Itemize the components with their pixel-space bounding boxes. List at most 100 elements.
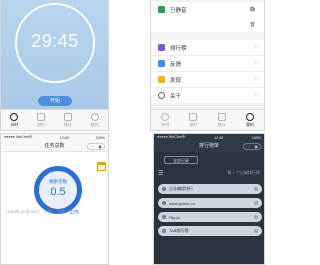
mute-value-2: 音 — [249, 22, 255, 28]
close-icon[interactable]: ◉ — [98, 144, 102, 149]
chevron-right-icon: › — [254, 44, 257, 51]
discover-icon — [158, 76, 165, 83]
tab-label: 计时 — [10, 121, 19, 127]
options-icon[interactable] — [254, 215, 258, 219]
start-button[interactable]: 开始 — [38, 96, 72, 106]
task-type: 工作 — [57, 209, 66, 214]
list-item-label: Flip.io — [169, 214, 180, 220]
settings-row-mute[interactable]: 已静音 静 — [151, 2, 264, 17]
stats-tab-icon — [217, 112, 226, 121]
bullet-icon — [162, 229, 166, 233]
tab-stats[interactable]: 统计 — [208, 110, 236, 130]
mini-program-capsule[interactable]: ··· ◉ — [243, 143, 261, 150]
settings-label: 反馈 — [170, 61, 182, 68]
tab-stats[interactable]: 统计 — [55, 110, 82, 130]
tab-timer[interactable]: 计时 — [151, 110, 179, 130]
profile-tab-icon — [90, 112, 99, 121]
status-bar: ●●●●● WeChat令 12:48 100% — [1, 134, 108, 141]
close-icon[interactable]: ◉ — [254, 144, 258, 149]
filter-button[interactable]: 全部记录 — [164, 156, 198, 164]
tab-label: 我的 — [90, 121, 99, 127]
bullet-icon — [162, 201, 166, 205]
options-icon[interactable] — [254, 187, 258, 191]
mute-label: 已静音 — [170, 7, 187, 14]
clock-text: 12:48 — [214, 135, 224, 140]
list-header: ☰ 第 1 个记录排行榜 — [154, 168, 264, 178]
timer-display: 29:45 — [31, 31, 79, 51]
list-item[interactable]: TAB排行榜 — [158, 226, 262, 236]
more-icon[interactable]: ··· — [90, 144, 94, 149]
timer-tab-icon — [10, 112, 19, 121]
tab-label: 排行 — [37, 121, 46, 127]
nav-bar: 任务总数 ··· ◉ — [1, 141, 108, 152]
tab-profile[interactable]: 我的 — [236, 110, 264, 130]
tab-label: 统计 — [217, 121, 226, 127]
settings-label: 关于 — [170, 93, 182, 100]
status-bar: ●●●●● WeChat令 12:48 100% — [154, 134, 264, 141]
list-item-label: TAB排行榜 — [169, 228, 189, 233]
tab-bar: 计时 排行 统计 我的 — [151, 109, 264, 130]
chevron-right-icon: › — [254, 60, 257, 67]
tab-ranking[interactable]: 排行 — [28, 110, 55, 130]
work-link[interactable]: 工作 — [69, 209, 79, 216]
task-mode: 计数 — [44, 209, 53, 214]
settings-row-ranking[interactable]: 排行榜 › — [151, 40, 264, 55]
options-icon[interactable] — [254, 229, 258, 233]
leaderboard-screen: ●●●●● WeChat令 12:48 100% 排行榜单 ··· ◉ 全部记录… — [153, 133, 265, 265]
battery-text: 100% — [95, 135, 105, 140]
clock-text: 12:48 — [59, 135, 69, 140]
timer-tab-icon — [161, 112, 170, 121]
feedback-icon — [158, 60, 165, 67]
tab-profile[interactable]: 我的 — [81, 110, 108, 130]
task-info-line: 2019年 02月 03日 计数 工作 工作 — [7, 208, 107, 216]
tab-ranking[interactable]: 排行 — [179, 110, 207, 130]
settings-screen: 已静音 静 音 排行榜 › 反馈 › 发现 › 关于 › 计时 排行 统计 我的 — [150, 0, 265, 131]
timer-stage: 29:45 开始 — [1, 0, 108, 110]
gauge-value: 0.5 — [50, 186, 66, 198]
tab-timer[interactable]: 计时 — [1, 110, 28, 130]
task-date: 2019年 02月 03日 — [7, 209, 40, 214]
list-item[interactable]: Flip.io — [158, 212, 262, 222]
bullet-icon — [162, 215, 166, 219]
stats-tab-icon — [63, 112, 72, 121]
options-icon[interactable] — [254, 201, 258, 205]
record-count: 第 1 个记录排行榜 — [227, 170, 260, 175]
gauge-label: 剩余次数 — [49, 179, 67, 184]
settings-row-discover[interactable]: 发现 › — [151, 72, 264, 87]
settings-row-mute-extra: 音 — [151, 17, 264, 32]
mute-icon — [158, 6, 165, 13]
timer-screen: 29:45 开始 计时 排行 统计 我的 — [0, 0, 109, 131]
battery-text: 100% — [251, 135, 261, 140]
ranking-tab-icon — [37, 112, 46, 121]
mute-value: 静 — [249, 7, 255, 13]
list-item-label: 企业编程排行 — [169, 186, 193, 191]
settings-label: 排行榜 — [170, 45, 187, 52]
tab-label: 排行 — [189, 121, 198, 127]
list-item-label: www.gonso.cn — [169, 200, 195, 206]
list-item[interactable]: 企业编程排行 — [158, 184, 262, 194]
settings-row-feedback[interactable]: 反馈 › — [151, 56, 264, 71]
tab-label: 计时 — [161, 121, 170, 127]
about-icon — [158, 92, 165, 99]
ranking-icon — [158, 44, 165, 51]
page-title: 排行榜单 — [198, 143, 219, 149]
tab-label: 统计 — [63, 121, 72, 127]
chevron-right-icon: › — [254, 76, 257, 83]
settings-row-about[interactable]: 关于 › — [151, 88, 264, 103]
settings-label: 发现 — [170, 77, 182, 84]
tab-label: 我的 — [245, 121, 254, 127]
carrier-text: ●●●●● WeChat令 — [4, 135, 33, 139]
task-screen: ●●●●● WeChat令 12:48 100% 任务总数 ··· ◉ 剩余次数… — [0, 133, 109, 265]
ranking-tab-icon — [189, 112, 198, 121]
menu-icon[interactable]: ☰ — [158, 170, 163, 177]
list-item[interactable]: www.gonso.cn — [158, 198, 262, 208]
profile-tab-icon — [245, 112, 254, 121]
mini-program-capsule[interactable]: ··· ◉ — [87, 143, 105, 150]
more-icon[interactable]: ··· — [246, 144, 250, 149]
chevron-right-icon: › — [254, 92, 257, 99]
carrier-text: ●●●●● WeChat令 — [157, 135, 186, 139]
tab-bar: 计时 排行 统计 我的 — [1, 109, 108, 130]
page-title: 任务总数 — [44, 143, 65, 149]
nav-bar: 排行榜单 ··· ◉ — [154, 141, 264, 152]
calendar-icon[interactable] — [97, 162, 106, 171]
